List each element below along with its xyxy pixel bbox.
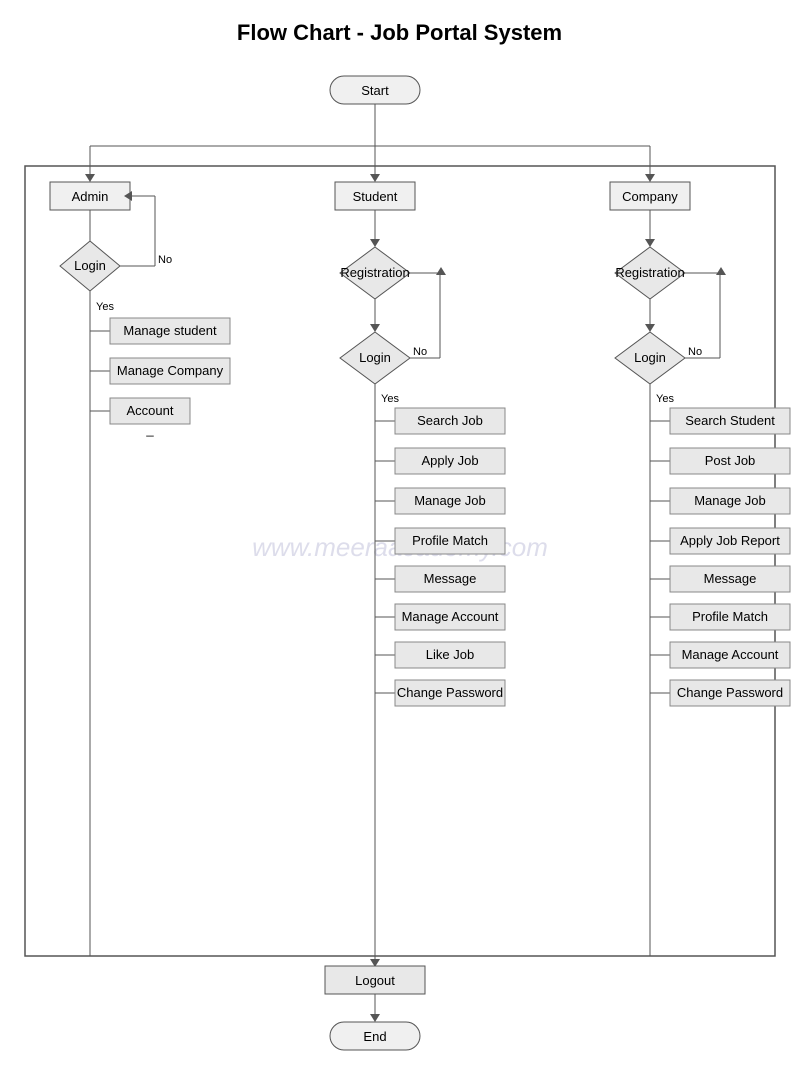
company-change-password-label: Change Password	[677, 685, 783, 700]
end-label: End	[363, 1029, 386, 1044]
company-login-label: Login	[634, 350, 666, 365]
search-job-label: Search Job	[417, 413, 483, 428]
student-no-label: No	[413, 346, 427, 358]
like-job-label: Like Job	[426, 647, 474, 662]
manage-student-label: Manage student	[123, 323, 217, 338]
company-manage-account-label: Manage Account	[682, 647, 779, 662]
apply-job-report-label: Apply Job Report	[680, 533, 780, 548]
start-label: Start	[361, 83, 389, 98]
admin-label: Admin	[72, 189, 109, 204]
admin-login-label: Login	[74, 258, 106, 273]
search-student-label: Search Student	[685, 413, 775, 428]
post-job-label: Post Job	[705, 453, 756, 468]
student-registration-label: Registration	[340, 265, 409, 280]
admin-account-label: Account	[127, 403, 174, 418]
flowchart: www.meeraacademy.com Start Admin Login	[10, 66, 790, 1066]
student-yes-label: Yes	[381, 393, 399, 405]
admin-no-label: No	[158, 254, 172, 266]
apply-job-label: Apply Job	[421, 453, 478, 468]
student-change-password-label: Change Password	[397, 685, 503, 700]
company-message-label: Message	[704, 571, 757, 586]
student-login-label: Login	[359, 350, 391, 365]
student-manage-account-label: Manage Account	[402, 609, 499, 624]
logout-label: Logout	[355, 973, 395, 988]
student-message-label: Message	[424, 571, 477, 586]
admin-yes-label: Yes	[96, 301, 114, 313]
company-registration-label: Registration	[615, 265, 684, 280]
student-label: Student	[353, 189, 398, 204]
company-label: Company	[622, 189, 678, 204]
page-title: Flow Chart - Job Portal System	[10, 20, 789, 46]
flowchart-svg: www.meeraacademy.com Start Admin Login	[10, 66, 790, 1066]
company-profile-match-label: Profile Match	[692, 609, 768, 624]
manage-company-label: Manage Company	[117, 363, 224, 378]
student-profile-match-label: Profile Match	[412, 533, 488, 548]
company-yes-label: Yes	[656, 393, 674, 405]
company-manage-job-label: Manage Job	[694, 493, 766, 508]
company-no-label: No	[688, 346, 702, 358]
admin-underscore: _	[145, 422, 154, 437]
student-manage-job-label: Manage Job	[414, 493, 486, 508]
page: Flow Chart - Job Portal System www.meera…	[0, 0, 799, 1086]
